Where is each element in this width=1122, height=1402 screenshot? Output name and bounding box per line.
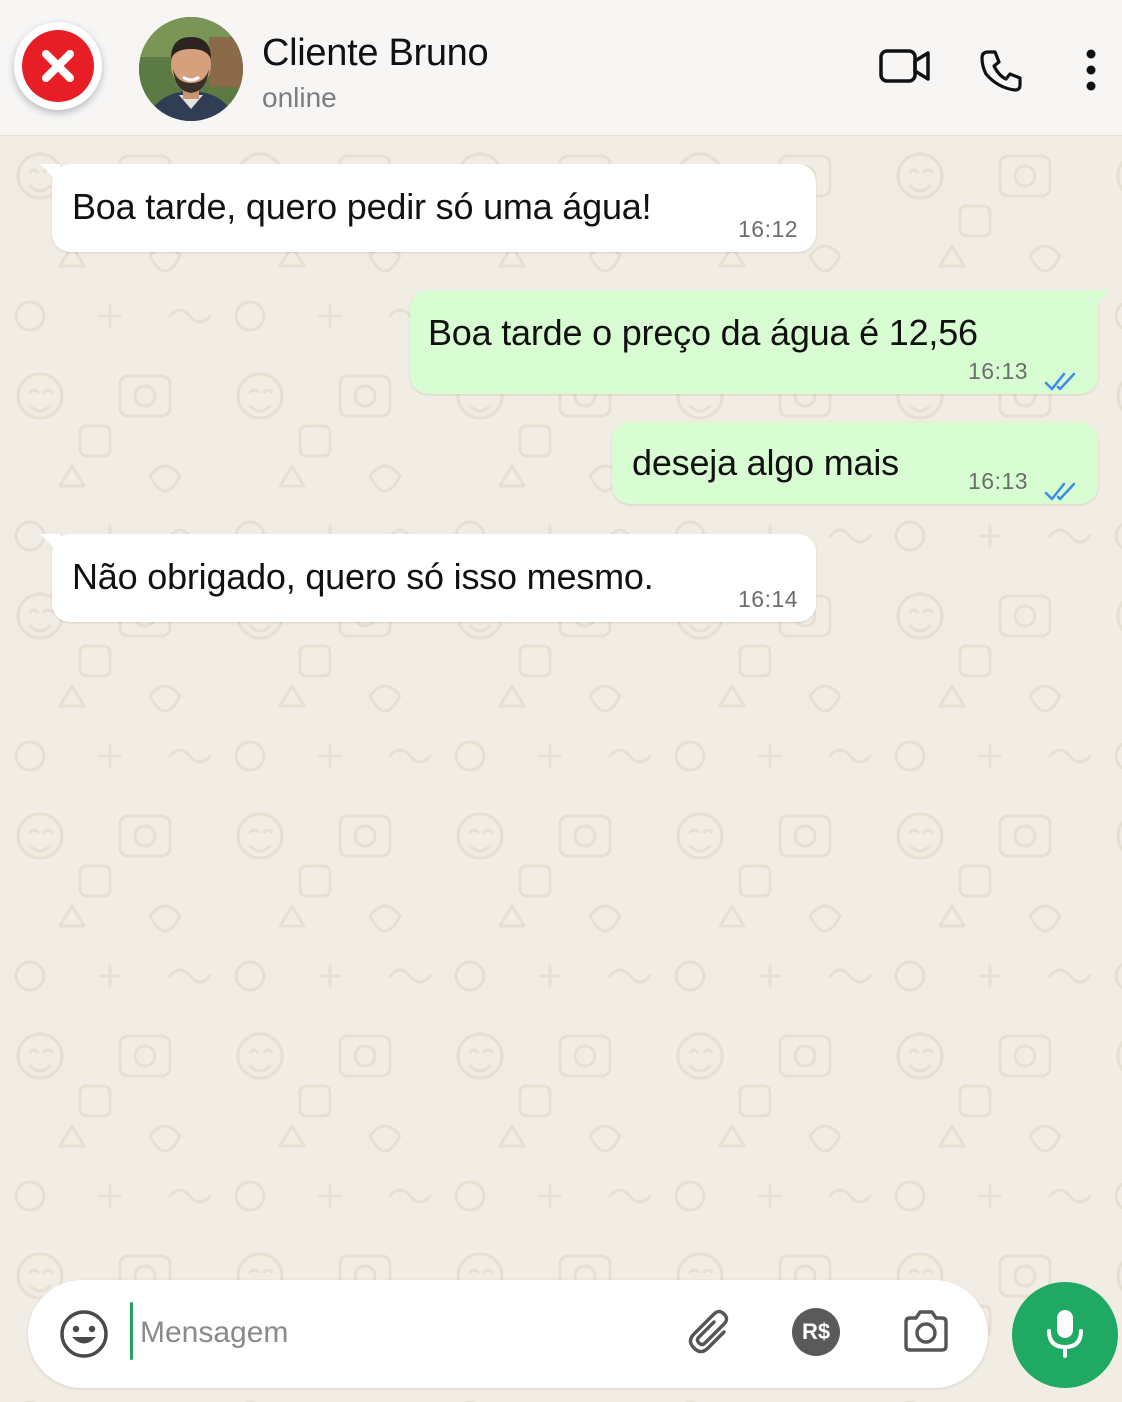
chat-screen: Cliente Bruno online Boa tarde, quero pe… [0,0,1122,1402]
payment-icon[interactable]: R$ [792,1308,840,1356]
close-button[interactable] [14,22,102,110]
double-check-icon [1044,360,1080,402]
message-time: 16:13 [968,358,1029,384]
message-time: 16:13 [968,468,1029,494]
emoji-icon[interactable] [58,1308,110,1365]
message-text: Não obrigado, quero só isso mesmo. [72,556,654,597]
message-text: Boa tarde, quero pedir só uma água! [72,186,652,227]
mic-icon [1043,1307,1087,1364]
message-incoming[interactable]: Não obrigado, quero só isso mesmo. 16:14 [40,534,816,622]
message-outgoing[interactable]: deseja algo mais 16:13 [612,422,1098,504]
message-time: 16:14 [738,586,799,612]
bubble-tail [1090,290,1110,310]
video-call-icon[interactable] [878,44,932,93]
close-icon [22,30,94,102]
message-time: 16:12 [738,216,799,242]
message-text: deseja algo mais [632,442,899,483]
message-text: Boa tarde o preço da água é 12,56 [428,312,978,353]
phone-icon[interactable] [978,48,1024,99]
bubble-tail [40,534,60,554]
text-caret [130,1302,133,1360]
contact-status: online [262,82,337,113]
contact-avatar[interactable] [139,17,243,121]
contact-name[interactable]: Cliente Bruno [262,32,489,75]
chat-header: Cliente Bruno online [0,0,1122,136]
message-incoming[interactable]: Boa tarde, quero pedir só uma água! 16:1… [40,164,816,252]
message-outgoing[interactable]: Boa tarde o preço da água é 12,56 16:13 [410,290,1110,394]
bubble-tail [40,164,60,184]
paperclip-icon[interactable] [684,1306,740,1367]
message-input[interactable] [140,1308,620,1358]
mic-button[interactable] [1012,1282,1118,1388]
more-vertical-icon[interactable] [1080,48,1102,97]
double-check-icon [1044,470,1080,512]
message-composer: R$ [28,1280,988,1388]
camera-icon[interactable] [900,1306,952,1363]
